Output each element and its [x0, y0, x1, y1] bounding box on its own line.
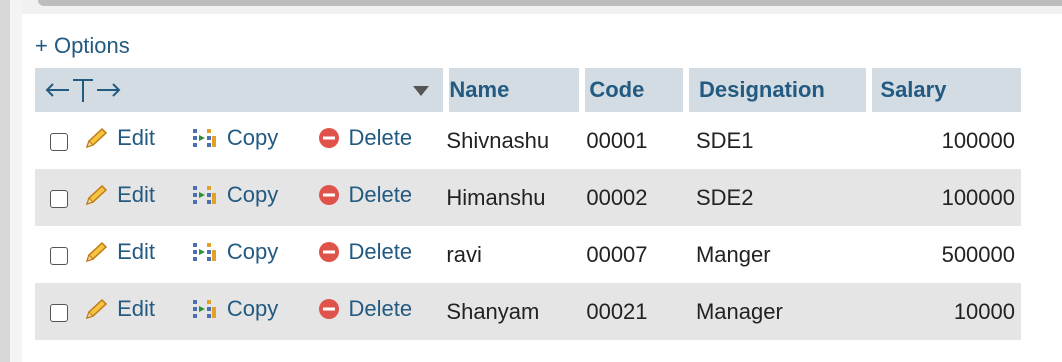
- row-select-cell: [35, 283, 83, 340]
- pencil-icon: [85, 298, 108, 320]
- row-checkbox[interactable]: [50, 132, 69, 151]
- column-header-salary[interactable]: Salary: [869, 68, 1021, 112]
- edit-button[interactable]: Edit: [83, 296, 155, 322]
- cell-code: 00007: [586, 241, 648, 267]
- delete-cell: Delete: [317, 226, 447, 283]
- copy-cell: Copy: [191, 226, 317, 283]
- cell-salary: 100000: [941, 127, 1015, 153]
- row-select-cell: [35, 169, 83, 226]
- delete-cell: Delete: [317, 169, 447, 226]
- table-row: Edit Copy: [35, 283, 1021, 340]
- copy-row-icon: [192, 186, 216, 204]
- delete-button[interactable]: Delete: [317, 182, 413, 208]
- edit-button[interactable]: Edit: [83, 239, 155, 265]
- cell-designation: Manager: [695, 298, 783, 324]
- horizontal-scrollbar[interactable]: [22, 0, 1062, 14]
- cell-name: Himanshu: [446, 184, 546, 210]
- copy-cell: Copy: [191, 169, 317, 226]
- cell-name: Shivnashu: [446, 127, 550, 153]
- edit-cell: Edit: [83, 226, 191, 283]
- copy-button[interactable]: Copy: [191, 239, 278, 265]
- edit-label: Edit: [117, 182, 156, 207]
- delete-cell: Delete: [317, 112, 447, 169]
- cell-salary: 500000: [941, 241, 1015, 267]
- copy-button[interactable]: Copy: [191, 125, 278, 151]
- pencil-icon: [85, 127, 108, 149]
- table-row: Edit Copy: [35, 112, 1021, 169]
- copy-cell: Copy: [191, 283, 317, 340]
- delete-button[interactable]: Delete: [317, 239, 413, 265]
- copy-button[interactable]: Copy: [191, 182, 278, 208]
- resize-arrows-icon: [45, 79, 121, 102]
- left-gutter: [10, 0, 22, 362]
- cell-designation: SDE1: [695, 127, 754, 153]
- column-resize-arrows[interactable]: [35, 76, 135, 104]
- row-checkbox[interactable]: [50, 303, 69, 322]
- table-header-row: Name Code Designation Salary: [35, 68, 1021, 112]
- pencil-icon: [85, 184, 108, 206]
- delete-icon: [318, 242, 339, 262]
- copy-row-icon: [192, 243, 216, 261]
- sort-dropdown-icon[interactable]: [413, 86, 430, 97]
- cell-name: ravi: [446, 241, 482, 267]
- cell-salary: 100000: [941, 184, 1015, 210]
- row-select-cell: [35, 112, 83, 169]
- delete-label: Delete: [348, 296, 413, 321]
- cell-code: 00002: [586, 184, 648, 210]
- row-checkbox[interactable]: [50, 189, 69, 208]
- results-table: Name Code Designation Salary Edit Copy D…: [35, 68, 1021, 340]
- copy-row-icon: [192, 300, 216, 318]
- cell-salary: 10000: [953, 298, 1015, 324]
- edit-button[interactable]: Edit: [83, 182, 155, 208]
- table-row: Edit Copy: [35, 226, 1021, 283]
- row-select-cell: [35, 226, 83, 283]
- copy-label: Copy: [226, 296, 279, 321]
- delete-icon: [318, 185, 339, 205]
- delete-label: Delete: [348, 125, 413, 150]
- column-header-name[interactable]: Name: [446, 68, 586, 112]
- edit-cell: Edit: [83, 169, 191, 226]
- delete-cell: Delete: [317, 283, 447, 340]
- row-checkbox[interactable]: [50, 246, 69, 265]
- copy-label: Copy: [226, 239, 279, 264]
- copy-row-icon: [192, 129, 216, 147]
- table-row: Edit Copy: [35, 169, 1021, 226]
- copy-label: Copy: [226, 182, 279, 207]
- delete-button[interactable]: Delete: [317, 296, 413, 322]
- scrollbar-thumb[interactable]: [38, 0, 1062, 6]
- actions-header: [35, 68, 450, 112]
- cell-code: 00021: [586, 298, 648, 324]
- edit-cell: Edit: [83, 283, 191, 340]
- cell-designation: Manger: [695, 241, 771, 267]
- copy-label: Copy: [226, 125, 279, 150]
- cell-name: Shanyam: [446, 298, 540, 324]
- delete-label: Delete: [348, 239, 413, 264]
- cell-designation: SDE2: [695, 184, 754, 210]
- edit-cell: Edit: [83, 112, 191, 169]
- delete-label: Delete: [348, 182, 413, 207]
- column-header-code[interactable]: Code: [582, 68, 689, 112]
- edit-label: Edit: [117, 125, 156, 150]
- delete-icon: [318, 299, 339, 319]
- delete-icon: [318, 128, 339, 148]
- edit-button[interactable]: Edit: [83, 125, 155, 151]
- copy-button[interactable]: Copy: [191, 296, 278, 322]
- edit-label: Edit: [117, 239, 156, 264]
- edit-label: Edit: [117, 296, 156, 321]
- pencil-icon: [85, 241, 108, 263]
- delete-button[interactable]: Delete: [317, 125, 413, 151]
- copy-cell: Copy: [191, 112, 317, 169]
- options-link[interactable]: + Options: [35, 33, 130, 59]
- cell-code: 00001: [586, 127, 648, 153]
- column-header-designation[interactable]: Designation: [685, 68, 873, 112]
